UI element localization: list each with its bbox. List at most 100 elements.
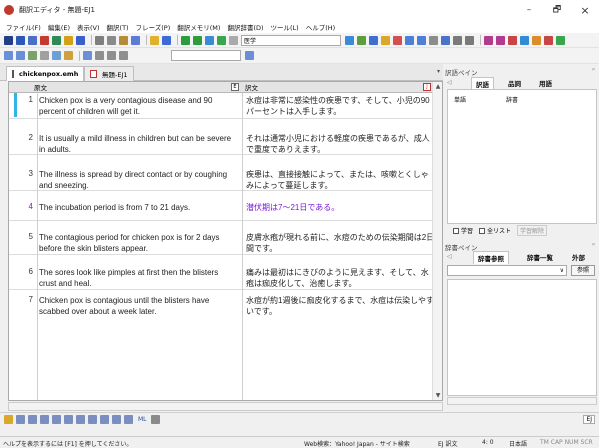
target-text[interactable]: 疾患は、直接接触によって、または、咳嗽とくしゃみによって蔓延します。 (246, 169, 436, 191)
close-button[interactable]: × (571, 0, 599, 20)
target-text[interactable]: 痛みは最初はにきびのように見えます、そして、水疱は痂皮化して、治癒します。 (246, 267, 436, 289)
align10-icon[interactable] (124, 414, 133, 424)
flag-icon[interactable] (393, 35, 402, 45)
table-icon[interactable] (119, 51, 128, 60)
window-icon[interactable] (405, 35, 414, 45)
cut-icon[interactable] (95, 35, 104, 45)
dictionary-results[interactable] (447, 279, 597, 396)
run-translate-icon[interactable] (181, 35, 190, 45)
lookup-icon[interactable] (520, 35, 529, 45)
print-icon[interactable] (131, 35, 140, 45)
arrow-icon[interactable] (345, 35, 354, 45)
next-icon[interactable] (16, 51, 25, 60)
restore-button[interactable]: 🗗 (543, 0, 571, 20)
chevron-down-icon[interactable]: ∨ (560, 267, 564, 274)
memory-icon[interactable] (532, 35, 541, 45)
menu-help[interactable]: ヘルプ(H) (306, 22, 335, 32)
settings-icon[interactable] (429, 35, 438, 45)
new-doc-icon[interactable] (4, 35, 13, 45)
tab-untitled[interactable]: 無題-EJ1 (84, 66, 134, 81)
align7-icon[interactable] (88, 414, 97, 424)
scroll-down-icon[interactable]: ▼ (434, 392, 442, 399)
list-icon[interactable] (369, 35, 378, 45)
bookmark-icon[interactable] (64, 51, 73, 60)
open-icon[interactable] (16, 35, 25, 45)
paste-icon[interactable] (119, 35, 128, 45)
view-icon[interactable] (453, 35, 462, 45)
step-icon[interactable] (205, 35, 214, 45)
dictionary-select[interactable]: 医学 (241, 34, 341, 46)
ml-label[interactable]: ML (138, 416, 147, 423)
menu-tools[interactable]: ツール(L) (271, 22, 299, 32)
disk-icon[interactable] (76, 35, 85, 45)
panel-arrow-icon[interactable]: ◁ (447, 253, 452, 260)
sync-icon[interactable] (83, 51, 92, 60)
source-text[interactable]: The contagious period for chicken pox is… (39, 232, 237, 254)
scroll-up-icon[interactable]: ▲ (434, 83, 442, 90)
align2-icon[interactable] (28, 414, 37, 424)
mode-icon[interactable] (508, 35, 517, 45)
forward-icon[interactable] (217, 35, 226, 45)
je-icon[interactable] (496, 35, 505, 45)
filter-icon[interactable] (441, 35, 450, 45)
folder-icon[interactable] (64, 35, 73, 45)
menu-translate[interactable]: 翻訳(T) (107, 22, 129, 32)
info-icon[interactable] (162, 35, 171, 45)
table-row[interactable]: 5 The contagious period for chicken pox … (9, 221, 434, 255)
dictionary-hscrollbar[interactable] (447, 397, 597, 405)
target-text[interactable]: 水痘が約1週後に痂皮化するまで、水痘は伝染しやすいです。 (246, 295, 436, 317)
lookup-button[interactable]: 参照 (571, 265, 595, 276)
tab-external[interactable]: 外部 (568, 251, 589, 263)
check-icon[interactable] (556, 35, 565, 45)
target-header-button[interactable]: J (423, 83, 431, 91)
back-icon[interactable] (4, 51, 13, 60)
warning-icon[interactable] (4, 414, 13, 424)
table-row[interactable]: 3 The illness is spread by direct contac… (9, 155, 434, 191)
source-header-button[interactable]: E (231, 83, 239, 91)
align4-icon[interactable] (52, 414, 61, 424)
source-text[interactable]: The incubation period is from 7 to 21 da… (39, 202, 237, 213)
menu-file[interactable]: ファイル(F) (6, 22, 41, 32)
align6-icon[interactable] (76, 414, 85, 424)
panel-pin-icon[interactable]: ᵖ (592, 67, 595, 74)
table-row[interactable]: 7 Chicken pox is contagious until the bl… (9, 290, 436, 400)
unlearn-button[interactable]: 学習解除 (517, 225, 548, 236)
target-text[interactable]: それは通常小児における軽度の疾患であるが、成人で重度でありえます。 (246, 133, 436, 155)
go-icon[interactable] (245, 51, 254, 60)
align8-icon[interactable] (100, 414, 109, 424)
refresh-icon[interactable] (28, 51, 37, 60)
target-text[interactable]: 皮膚水疱が現れる前に、水痘のための伝染期間は2日間です。 (246, 232, 436, 254)
source-text[interactable]: It is usually a mild illness in children… (39, 133, 237, 155)
tab-dictionary-lookup[interactable]: 辞書参照 (473, 251, 509, 264)
target-text[interactable]: 水痘は非常に感染性の疾患です、そして、小児の90パーセントは入手します。 (246, 95, 436, 117)
copy-icon[interactable] (107, 35, 116, 45)
stop-icon[interactable] (40, 51, 49, 60)
learn-checkbox[interactable] (453, 227, 459, 234)
extra-icon[interactable] (150, 414, 160, 424)
menu-phrase[interactable]: フレーズ(P) (136, 22, 171, 32)
panel-arrow-icon[interactable]: ◁ (447, 79, 452, 86)
minimize-button[interactable]: – (515, 0, 543, 20)
source-text[interactable]: The illness is spread by direct contact … (39, 169, 237, 191)
ruler-icon[interactable] (107, 51, 116, 60)
target-text[interactable]: 潜伏期は7〜21日である。 (246, 202, 436, 213)
layout-icon[interactable] (417, 35, 426, 45)
source-text[interactable]: The sores look like pimples at first the… (39, 267, 237, 289)
table-row[interactable]: 1 Chicken pox is a very contagious disea… (9, 93, 434, 119)
grid-scrollbar[interactable]: ▲ ▼ (432, 82, 442, 400)
align-icon[interactable] (16, 414, 25, 424)
save-icon[interactable] (28, 35, 37, 45)
menu-memory[interactable]: 翻訳メモリ(M) (177, 22, 220, 32)
table-row[interactable]: 2 It is usually a mild illness in childr… (9, 119, 434, 155)
menu-dictionary[interactable]: 翻訳辞書(D) (227, 22, 263, 32)
status-web-search[interactable]: Web検索：Yahoo! Japan - サイト検索 (304, 439, 410, 448)
menu-view[interactable]: 表示(V) (77, 22, 100, 32)
table-row[interactable]: 4 The incubation period is from 7 to 21 … (9, 191, 434, 221)
secondary-select[interactable] (171, 50, 241, 61)
translation-list[interactable]: 単語 辞書 (447, 89, 597, 224)
source-text[interactable]: Chicken pox is contagious until the blis… (39, 295, 237, 317)
tab-dictionary-list[interactable]: 辞書一覧 (523, 251, 557, 263)
table-row[interactable]: 6 The sores look like pimples at first t… (9, 255, 434, 290)
play-icon[interactable] (193, 35, 202, 45)
user-dict-icon[interactable] (544, 35, 553, 45)
